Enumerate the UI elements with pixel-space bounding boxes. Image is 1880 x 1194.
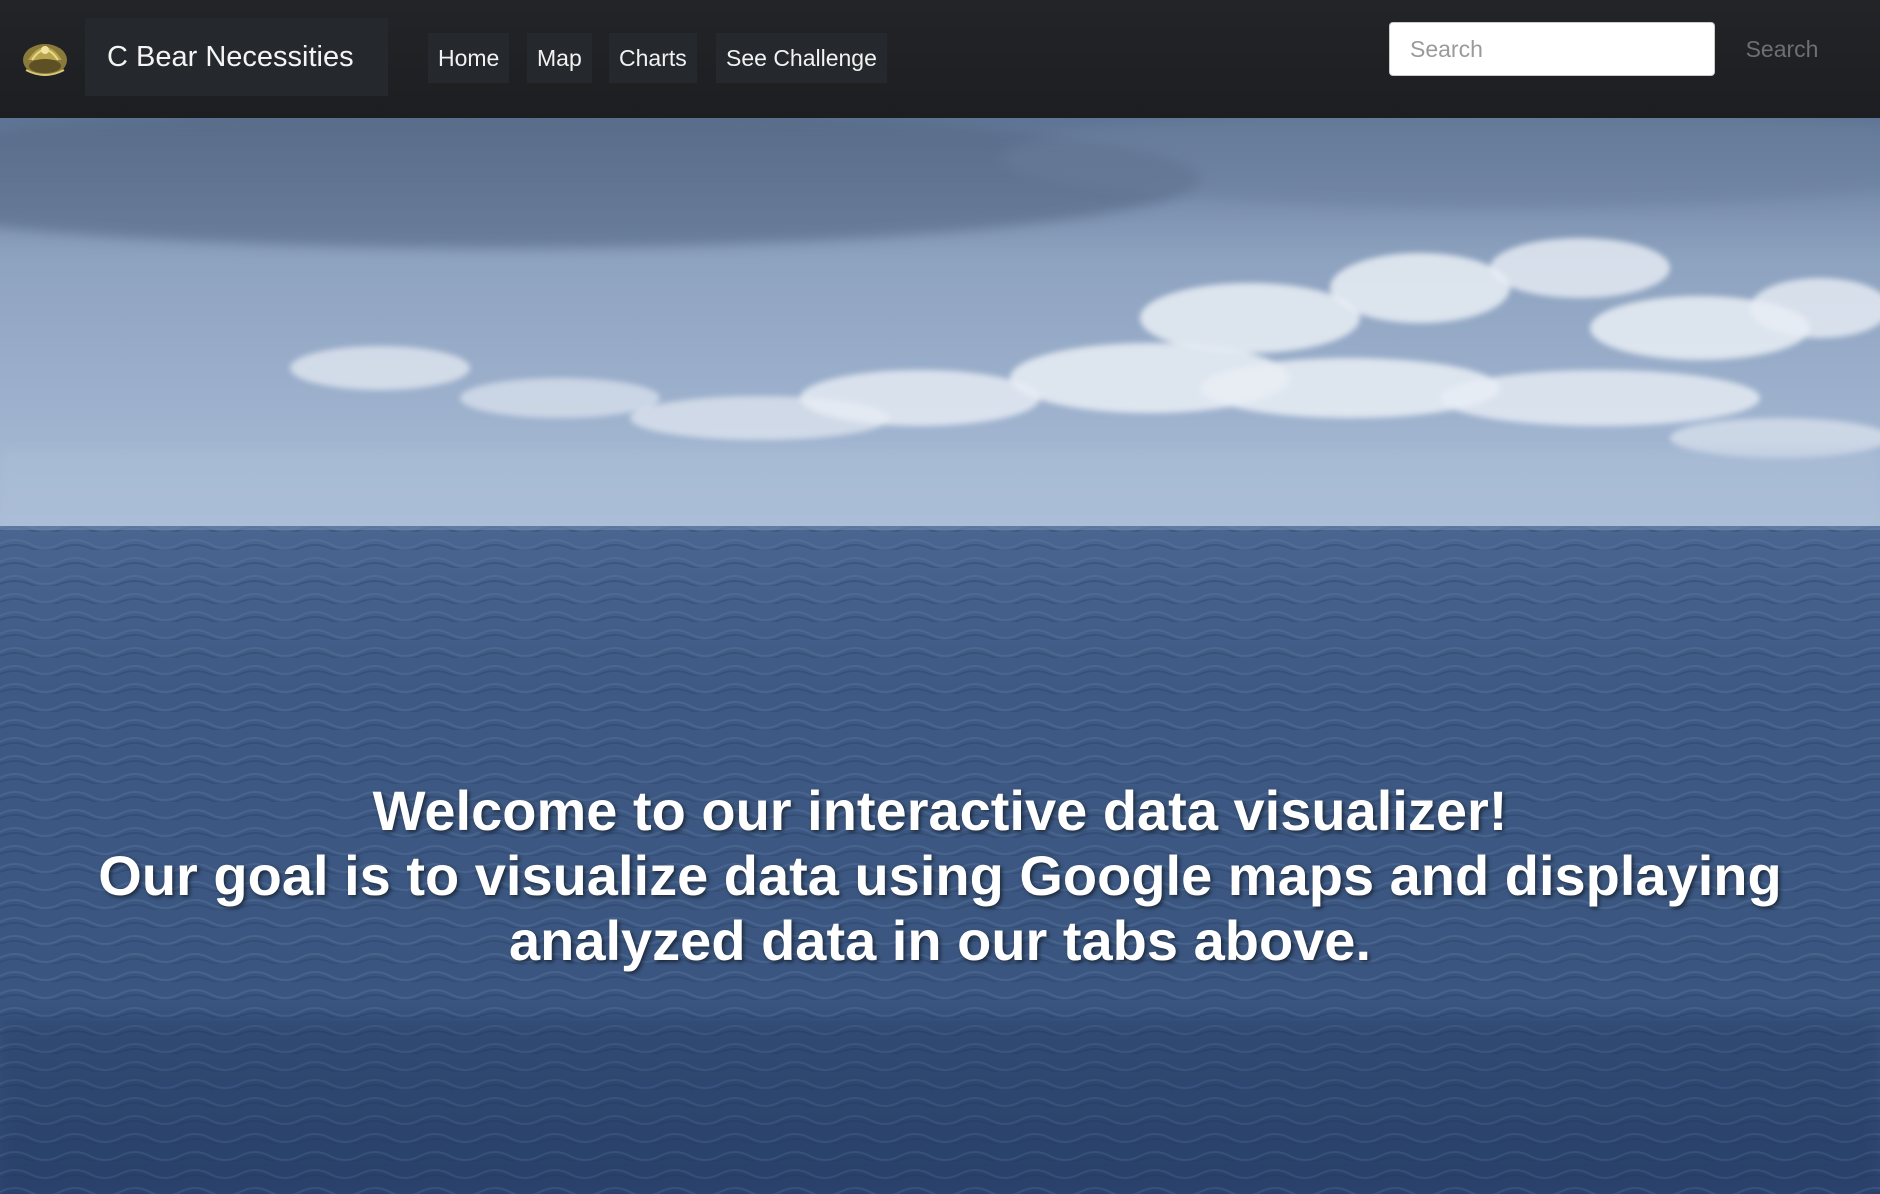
hero-section: Welcome to our interactive data visualiz… bbox=[0, 118, 1880, 1194]
search-button[interactable]: Search bbox=[1728, 22, 1836, 76]
bear-logo-icon[interactable] bbox=[18, 30, 72, 84]
nav-see-challenge[interactable]: See Challenge bbox=[716, 33, 887, 83]
nav-charts[interactable]: Charts bbox=[609, 33, 697, 83]
hero-line-1: Welcome to our interactive data visualiz… bbox=[372, 779, 1508, 842]
brand-link[interactable]: C Bear Necessities bbox=[85, 18, 388, 96]
nav-map[interactable]: Map bbox=[527, 33, 592, 83]
top-navbar: C Bear Necessities Home Map Charts See C… bbox=[0, 0, 1880, 119]
hero-line-3: analyzed data in our tabs above. bbox=[508, 909, 1371, 972]
search-input[interactable] bbox=[1389, 22, 1715, 76]
hero-welcome-text: Welcome to our interactive data visualiz… bbox=[0, 778, 1880, 973]
nav-home[interactable]: Home bbox=[428, 33, 510, 83]
ocean-background-image bbox=[0, 118, 1880, 1194]
hero-line-2: Our goal is to visualize data using Goog… bbox=[98, 844, 1782, 907]
